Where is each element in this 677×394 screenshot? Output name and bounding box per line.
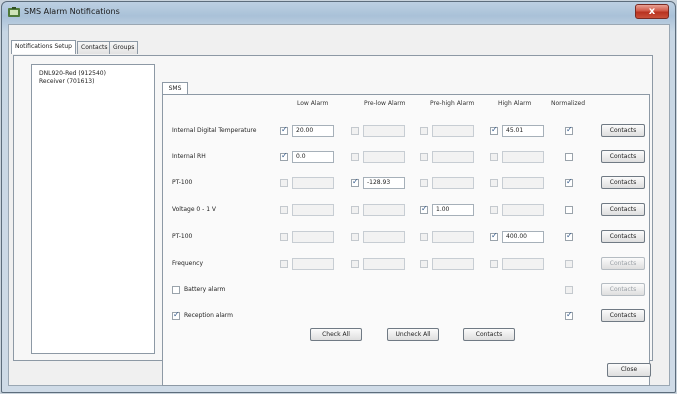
normalized-checkbox[interactable]: [565, 177, 573, 187]
prehigh-alarm-input[interactable]: [432, 258, 474, 270]
app-icon: [8, 7, 20, 17]
prehigh-alarm-input[interactable]: 1.00: [432, 204, 474, 216]
window-close-button[interactable]: x: [635, 4, 669, 19]
prelow-alarm-checkbox[interactable]: [351, 260, 359, 268]
window-title: SMS Alarm Notifications: [24, 7, 120, 16]
prehigh-alarm-checkbox[interactable]: [420, 260, 428, 268]
prelow-alarm-input[interactable]: [363, 231, 405, 243]
high-alarm-input[interactable]: [502, 204, 544, 216]
tab-notifications-setup[interactable]: Notifications Setup: [11, 40, 76, 54]
low-alarm-input[interactable]: 20.00: [292, 125, 334, 137]
contacts-all-button[interactable]: Contacts: [463, 328, 515, 341]
low-alarm-input[interactable]: [292, 204, 334, 216]
battery-alarm-label: Battery alarm: [184, 286, 226, 293]
contacts-button[interactable]: Contacts: [601, 150, 645, 163]
normalized-checkbox[interactable]: [565, 286, 573, 294]
prelow-alarm-input[interactable]: [363, 204, 405, 216]
low-alarm-checkbox[interactable]: [280, 260, 288, 268]
high-alarm-checkbox[interactable]: [490, 153, 498, 161]
high-alarm-input[interactable]: [502, 151, 544, 163]
high-alarm-input[interactable]: 400.00: [502, 231, 544, 243]
low-alarm-checkbox[interactable]: [280, 151, 288, 161]
normalized-checkbox[interactable]: [565, 125, 573, 135]
contacts-button[interactable]: Contacts: [601, 230, 645, 243]
prehigh-alarm-input[interactable]: [432, 231, 474, 243]
low-alarm-input[interactable]: [292, 231, 334, 243]
row-label-internal-digital-temperature: Internal Digital Temperature: [172, 127, 257, 134]
row-label-pt100: PT-100: [172, 179, 193, 186]
tab-groups[interactable]: Groups: [109, 41, 139, 54]
prelow-alarm-checkbox[interactable]: [351, 127, 359, 135]
low-alarm-checkbox[interactable]: [280, 206, 288, 214]
low-alarm-input[interactable]: [292, 258, 334, 270]
contacts-button[interactable]: Contacts: [601, 176, 645, 189]
col-prelow-alarm: Pre-low Alarm: [364, 100, 406, 107]
high-alarm-checkbox[interactable]: [490, 206, 498, 214]
col-high-alarm: High Alarm: [498, 100, 532, 107]
sms-settings-panel: [162, 94, 650, 386]
prehigh-alarm-checkbox[interactable]: [420, 179, 428, 187]
normalized-checkbox[interactable]: [565, 206, 573, 214]
contacts-button[interactable]: Contacts: [601, 257, 645, 270]
high-alarm-checkbox[interactable]: [490, 179, 498, 187]
close-button[interactable]: Close: [607, 363, 651, 377]
high-alarm-input[interactable]: [502, 258, 544, 270]
title-bar: SMS Alarm Notifications x: [2, 2, 675, 24]
prehigh-alarm-input[interactable]: [432, 151, 474, 163]
prelow-alarm-input[interactable]: [363, 258, 405, 270]
device-tree[interactable]: DNL920-Red (912540) Receiver (701613): [31, 64, 155, 354]
sms-alarm-window: SMS Alarm Notifications x Notifications …: [1, 1, 676, 393]
high-alarm-input[interactable]: [502, 177, 544, 189]
row-label-internal-rh: Internal RH: [172, 153, 206, 160]
contacts-button[interactable]: Contacts: [601, 309, 645, 322]
high-alarm-input[interactable]: 45.01: [502, 125, 544, 137]
low-alarm-checkbox[interactable]: [280, 179, 288, 187]
col-prehigh-alarm: Pre-high Alarm: [430, 100, 475, 107]
low-alarm-input[interactable]: [292, 177, 334, 189]
prelow-alarm-checkbox[interactable]: [351, 177, 359, 187]
high-alarm-checkbox[interactable]: [490, 125, 498, 135]
prelow-alarm-input[interactable]: [363, 125, 405, 137]
row-label-voltage: Voltage 0 - 1 V: [172, 206, 217, 213]
prehigh-alarm-input[interactable]: [432, 177, 474, 189]
check-all-button[interactable]: Check All: [310, 328, 362, 341]
prehigh-alarm-input[interactable]: [432, 125, 474, 137]
dialog-body: Notifications Setup Contacts Groups DNL9…: [8, 24, 670, 386]
prehigh-alarm-checkbox[interactable]: [420, 127, 428, 135]
low-alarm-checkbox[interactable]: [280, 233, 288, 241]
battery-alarm-checkbox[interactable]: [172, 286, 180, 294]
reception-alarm-checkbox[interactable]: [172, 310, 180, 320]
tree-item-dnl920[interactable]: DNL920-Red (912540): [39, 70, 106, 77]
prelow-alarm-checkbox[interactable]: [351, 233, 359, 241]
notifications-setup-panel: DNL920-Red (912540) Receiver (701613) SM…: [13, 55, 653, 386]
tab-contacts[interactable]: Contacts: [77, 41, 112, 54]
col-low-alarm: Low Alarm: [297, 100, 329, 107]
normalized-checkbox[interactable]: [565, 153, 573, 161]
prelow-alarm-checkbox[interactable]: [351, 153, 359, 161]
contacts-button[interactable]: Contacts: [601, 203, 645, 216]
normalized-checkbox[interactable]: [565, 231, 573, 241]
high-alarm-checkbox[interactable]: [490, 231, 498, 241]
contacts-button[interactable]: Contacts: [601, 124, 645, 137]
uncheck-all-button[interactable]: Uncheck All: [387, 328, 439, 341]
normalized-checkbox[interactable]: [565, 260, 573, 268]
low-alarm-checkbox[interactable]: [280, 125, 288, 135]
prehigh-alarm-checkbox[interactable]: [420, 204, 428, 214]
row-label-frequency: Frequency: [172, 260, 203, 267]
high-alarm-checkbox[interactable]: [490, 260, 498, 268]
low-alarm-input[interactable]: 0.0: [292, 151, 334, 163]
reception-alarm-label: Reception alarm: [184, 312, 234, 319]
prelow-alarm-checkbox[interactable]: [351, 206, 359, 214]
prelow-alarm-input[interactable]: [363, 151, 405, 163]
row-label-pt100-2: PT-100: [172, 233, 193, 240]
prelow-alarm-input[interactable]: -128.93: [363, 177, 405, 189]
col-normalized: Normalized: [551, 100, 586, 107]
tree-item-receiver[interactable]: Receiver (701613): [39, 78, 94, 85]
tab-sms[interactable]: SMS: [162, 82, 188, 94]
prehigh-alarm-checkbox[interactable]: [420, 153, 428, 161]
contacts-button[interactable]: Contacts: [601, 283, 645, 296]
prehigh-alarm-checkbox[interactable]: [420, 233, 428, 241]
normalized-checkbox[interactable]: [565, 310, 573, 320]
